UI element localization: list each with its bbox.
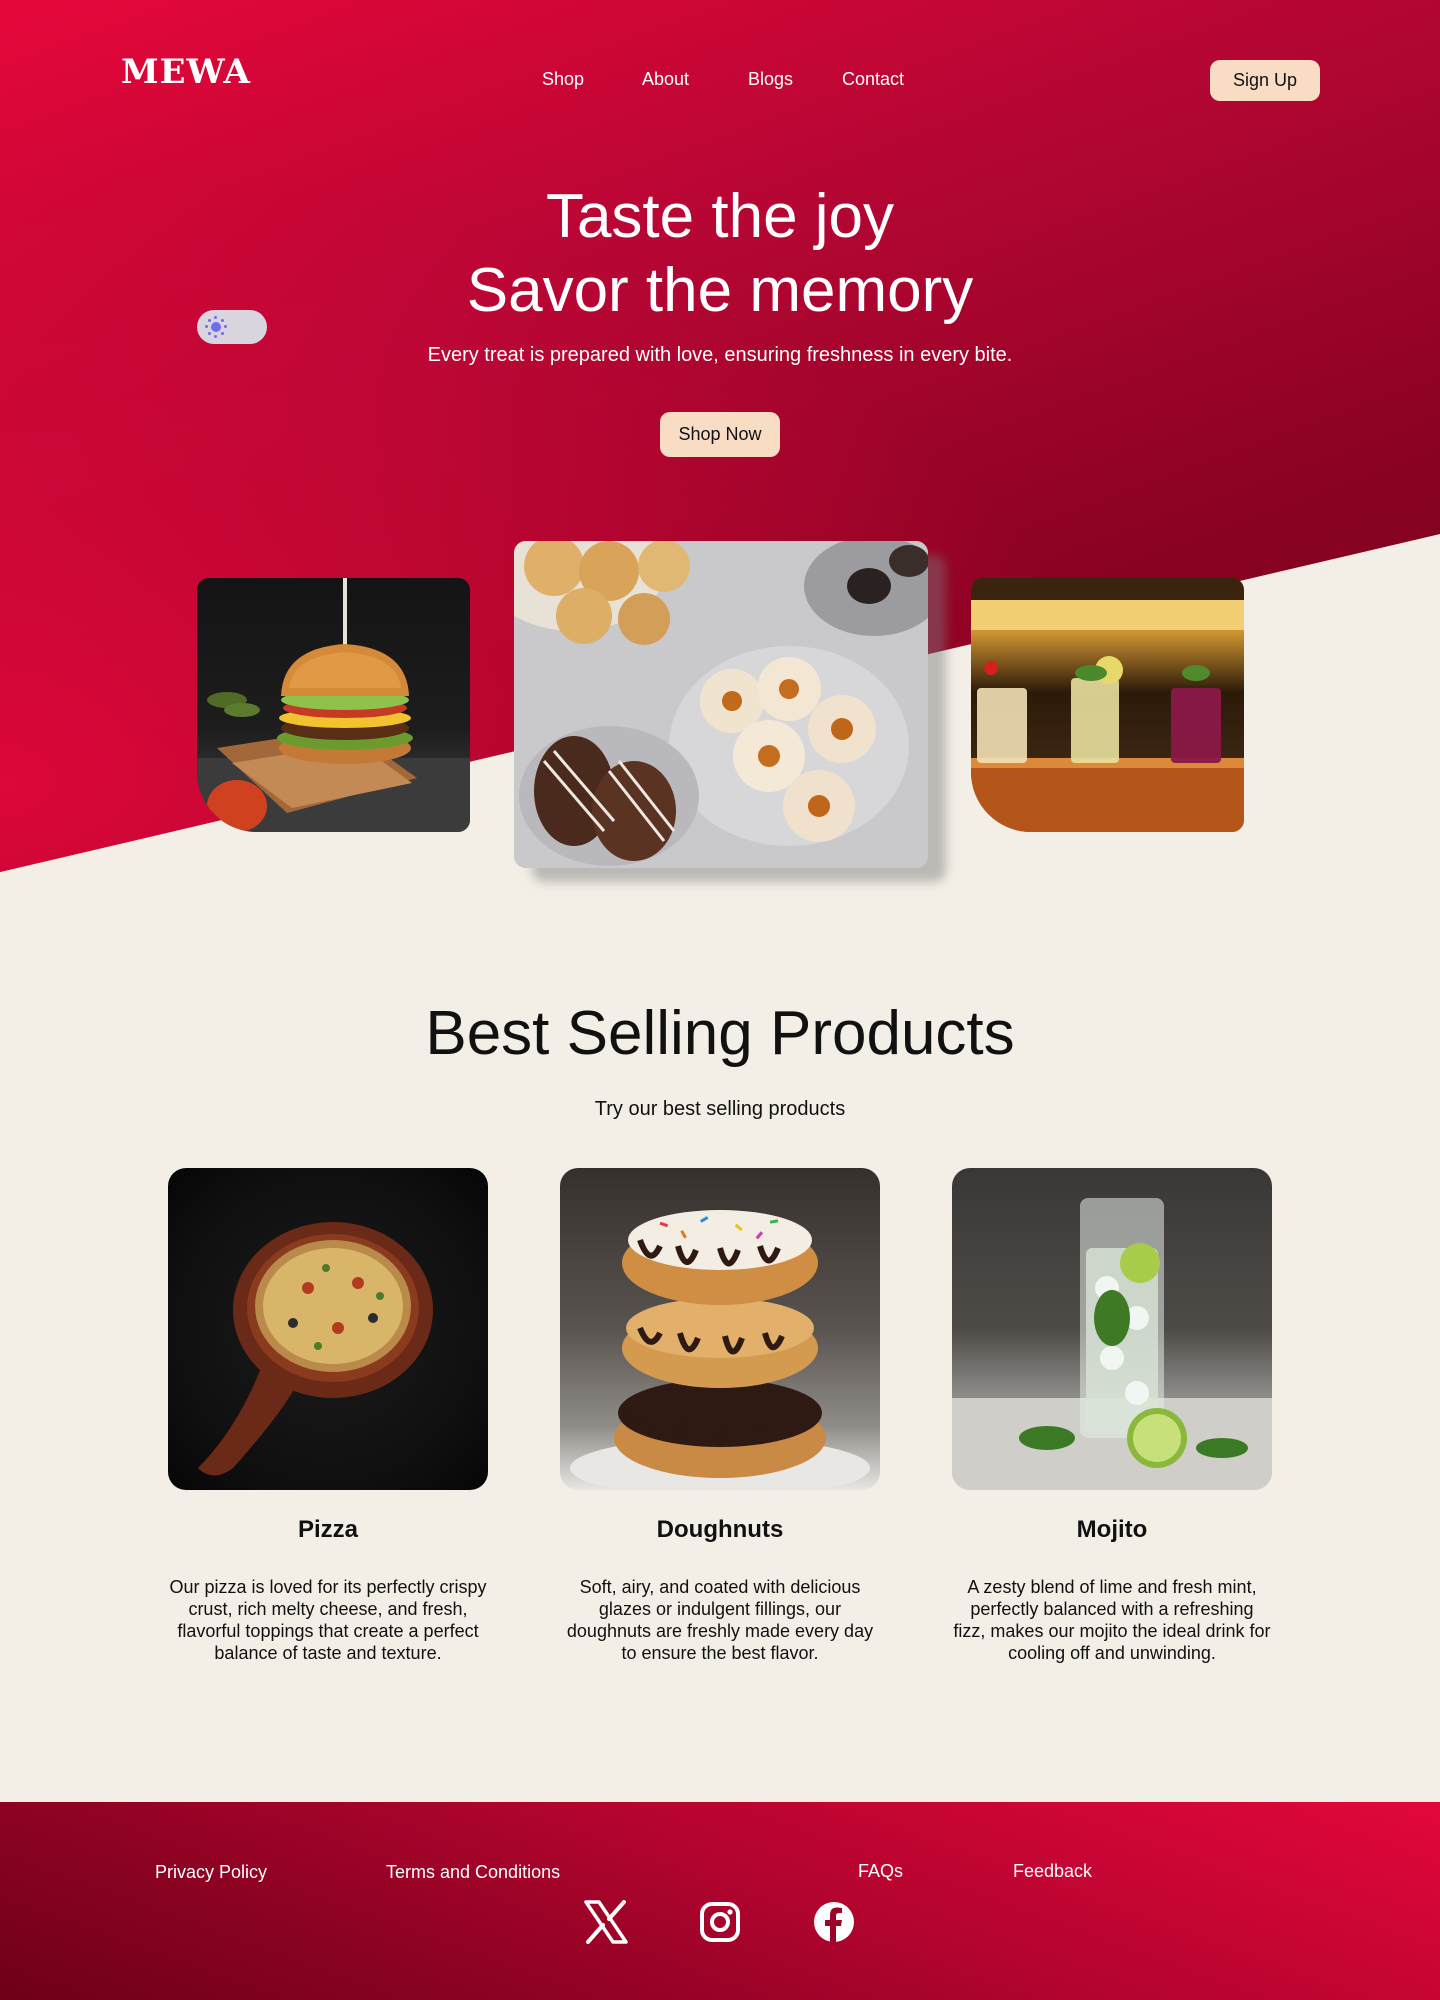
- product-card-doughnuts[interactable]: Doughnuts Soft, airy, and coated with de…: [560, 1168, 880, 1664]
- footer-link-terms[interactable]: Terms and Conditions: [386, 1862, 560, 1883]
- facebook-icon[interactable]: [812, 1900, 856, 1944]
- hero-title-line-2: Savor the memory: [466, 256, 974, 325]
- product-name: Pizza: [297, 1516, 359, 1543]
- cookies-photo: [514, 541, 928, 868]
- product-name: Doughnuts: [656, 1516, 784, 1543]
- product-card-mojito[interactable]: Mojito A zesty blend of lime and fresh m…: [952, 1168, 1272, 1664]
- product-description: Our pizza is loved for its perfectly cri…: [169, 1577, 487, 1663]
- x-icon[interactable]: [584, 1900, 628, 1944]
- hero-subtitle: Every treat is prepared with love, ensur…: [427, 344, 1013, 366]
- hero-title: Taste the joy Savor the memory: [0, 180, 1440, 328]
- burger-photo: [197, 578, 470, 832]
- product-card-pizza[interactable]: Pizza Our pizza is loved for its perfect…: [168, 1168, 488, 1664]
- product-description: A zesty blend of lime and fresh mint, pe…: [953, 1577, 1271, 1663]
- best-selling-subtitle: Try our best selling products: [594, 1098, 846, 1120]
- footer-link-feedback[interactable]: Feedback: [1013, 1861, 1092, 1882]
- nav-item-about[interactable]: About: [642, 69, 689, 90]
- sign-up-button[interactable]: Sign Up: [1210, 60, 1320, 101]
- footer-link-privacy-policy[interactable]: Privacy Policy: [155, 1862, 267, 1883]
- nav-item-contact[interactable]: Contact: [842, 69, 904, 90]
- footer-link-faqs[interactable]: FAQs: [858, 1861, 903, 1882]
- shop-now-button[interactable]: Shop Now: [660, 412, 780, 457]
- pizza-photo: [168, 1168, 488, 1490]
- product-name: Mojito: [1076, 1516, 1148, 1543]
- drinks-photo: [971, 578, 1244, 832]
- instagram-icon[interactable]: [698, 1900, 742, 1944]
- product-description: Soft, airy, and coated with delicious gl…: [566, 1577, 874, 1663]
- nav-item-shop[interactable]: Shop: [542, 69, 584, 90]
- best-selling-title: Best Selling Products: [425, 999, 1015, 1068]
- doughnuts-photo: [560, 1168, 880, 1490]
- mojito-photo: [952, 1168, 1272, 1490]
- hero-title-line-1: Taste the joy: [545, 182, 895, 251]
- nav-item-blogs[interactable]: Blogs: [748, 69, 793, 90]
